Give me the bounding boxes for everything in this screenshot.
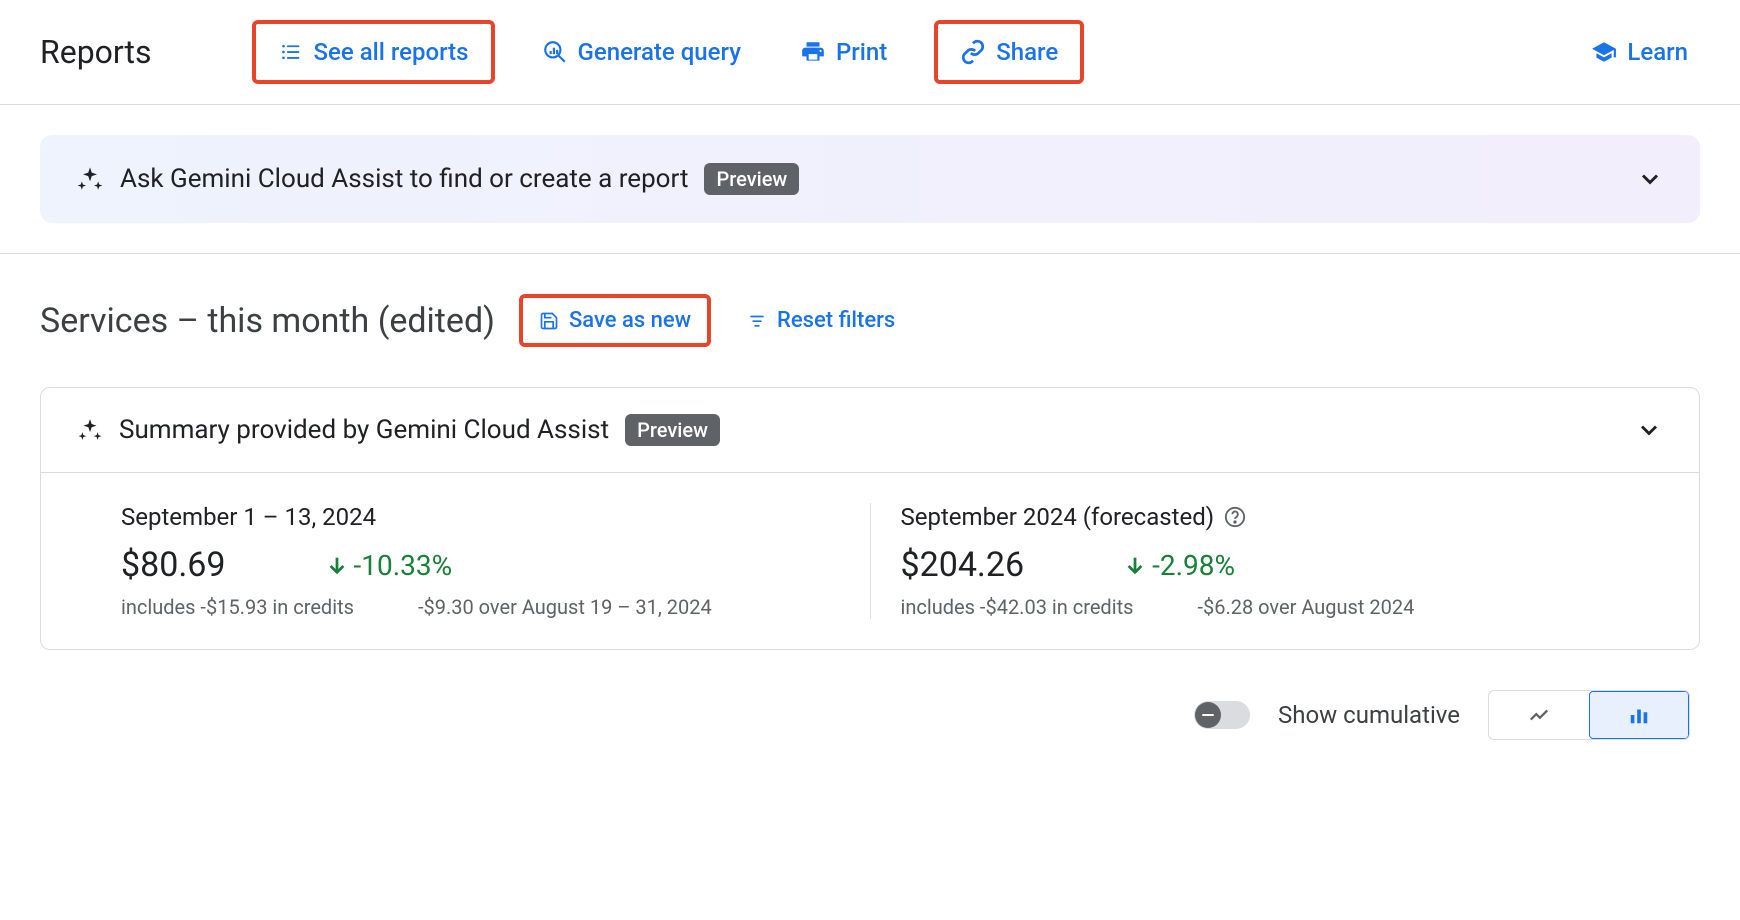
cumulative-toggle[interactable] — [1194, 701, 1250, 729]
preview-badge: Preview — [625, 414, 720, 446]
line-chart-option[interactable] — [1489, 691, 1589, 739]
summary-left: September 1 – 13, 2024 $80.69 -10.33% in… — [91, 503, 870, 619]
share-label: Share — [996, 38, 1058, 66]
gemini-prompt: Ask Gemini Cloud Assist to find or creat… — [120, 164, 688, 194]
summary-card: Summary provided by Gemini Cloud Assist … — [40, 387, 1700, 650]
delta-left: -10.33% — [326, 549, 453, 582]
delta-left-value: -10.33% — [354, 549, 453, 582]
period-left: September 1 – 13, 2024 — [121, 503, 376, 531]
see-all-reports-button[interactable]: See all reports — [266, 30, 481, 74]
topbar: Reports See all reports Generate query P… — [0, 0, 1740, 105]
chevron-down-icon — [1635, 416, 1663, 444]
learn-label: Learn — [1627, 38, 1688, 66]
print-button[interactable]: Print — [788, 30, 899, 74]
credits-right: includes -$42.03 in credits — [901, 595, 1134, 619]
query-icon — [542, 39, 568, 65]
compare-right: -$6.28 over August 2024 — [1197, 595, 1414, 619]
filter-icon — [747, 313, 767, 329]
arrow-down-icon — [1124, 554, 1146, 576]
list-icon — [278, 42, 304, 62]
see-all-label: See all reports — [314, 38, 469, 66]
print-label: Print — [836, 38, 887, 66]
highlight-see-all: See all reports — [252, 20, 495, 84]
arrow-down-icon — [326, 554, 348, 576]
save-icon — [539, 311, 559, 331]
amount-right: $204.26 — [901, 545, 1025, 585]
topbar-actions: See all reports Generate query Print Sha… — [252, 20, 1700, 84]
bar-chart-icon — [1624, 704, 1654, 726]
reset-filters-label: Reset filters — [777, 308, 895, 333]
line-chart-icon — [1524, 704, 1554, 726]
period-right: September 2024 (forecasted) — [901, 503, 1215, 531]
toggle-knob — [1195, 702, 1221, 728]
learn-icon — [1591, 39, 1617, 65]
highlight-save-as-new: Save as new — [519, 294, 711, 347]
page-title: Reports — [40, 33, 152, 71]
bar-chart-option[interactable] — [1589, 691, 1689, 739]
summary-body: September 1 – 13, 2024 $80.69 -10.33% in… — [41, 473, 1699, 649]
save-as-new-button[interactable]: Save as new — [533, 304, 697, 337]
summary-right: September 2024 (forecasted) $204.26 -2.9… — [870, 503, 1650, 619]
delta-right-value: -2.98% — [1152, 549, 1235, 582]
sparkle-icon — [76, 165, 104, 193]
summary-heading: Summary provided by Gemini Cloud Assist — [119, 415, 609, 445]
summary-header[interactable]: Summary provided by Gemini Cloud Assist … — [41, 388, 1699, 473]
report-title: Services – this month (edited) — [40, 301, 495, 341]
preview-badge: Preview — [704, 163, 799, 195]
share-button[interactable]: Share — [948, 30, 1070, 74]
print-icon — [800, 39, 826, 65]
help-icon[interactable] — [1224, 506, 1246, 528]
save-as-new-label: Save as new — [569, 308, 691, 333]
footer-controls: Show cumulative — [0, 650, 1740, 740]
credits-left: includes -$15.93 in credits — [121, 595, 354, 619]
link-icon — [960, 39, 986, 65]
divider — [0, 253, 1740, 254]
generate-query-button[interactable]: Generate query — [530, 30, 753, 74]
chevron-down-icon — [1636, 165, 1664, 193]
learn-button[interactable]: Learn — [1579, 30, 1700, 74]
amount-left: $80.69 — [121, 545, 226, 585]
generate-label: Generate query — [578, 38, 741, 66]
chart-type-toggle — [1488, 690, 1690, 740]
highlight-share: Share — [934, 20, 1084, 84]
delta-right: -2.98% — [1124, 549, 1235, 582]
report-header: Services – this month (edited) Save as n… — [0, 294, 1740, 347]
compare-left: -$9.30 over August 19 – 31, 2024 — [418, 595, 712, 619]
sparkle-icon — [77, 417, 103, 443]
reset-filters-button[interactable]: Reset filters — [735, 300, 907, 341]
gemini-banner[interactable]: Ask Gemini Cloud Assist to find or creat… — [40, 135, 1700, 223]
cumulative-label: Show cumulative — [1278, 701, 1460, 729]
